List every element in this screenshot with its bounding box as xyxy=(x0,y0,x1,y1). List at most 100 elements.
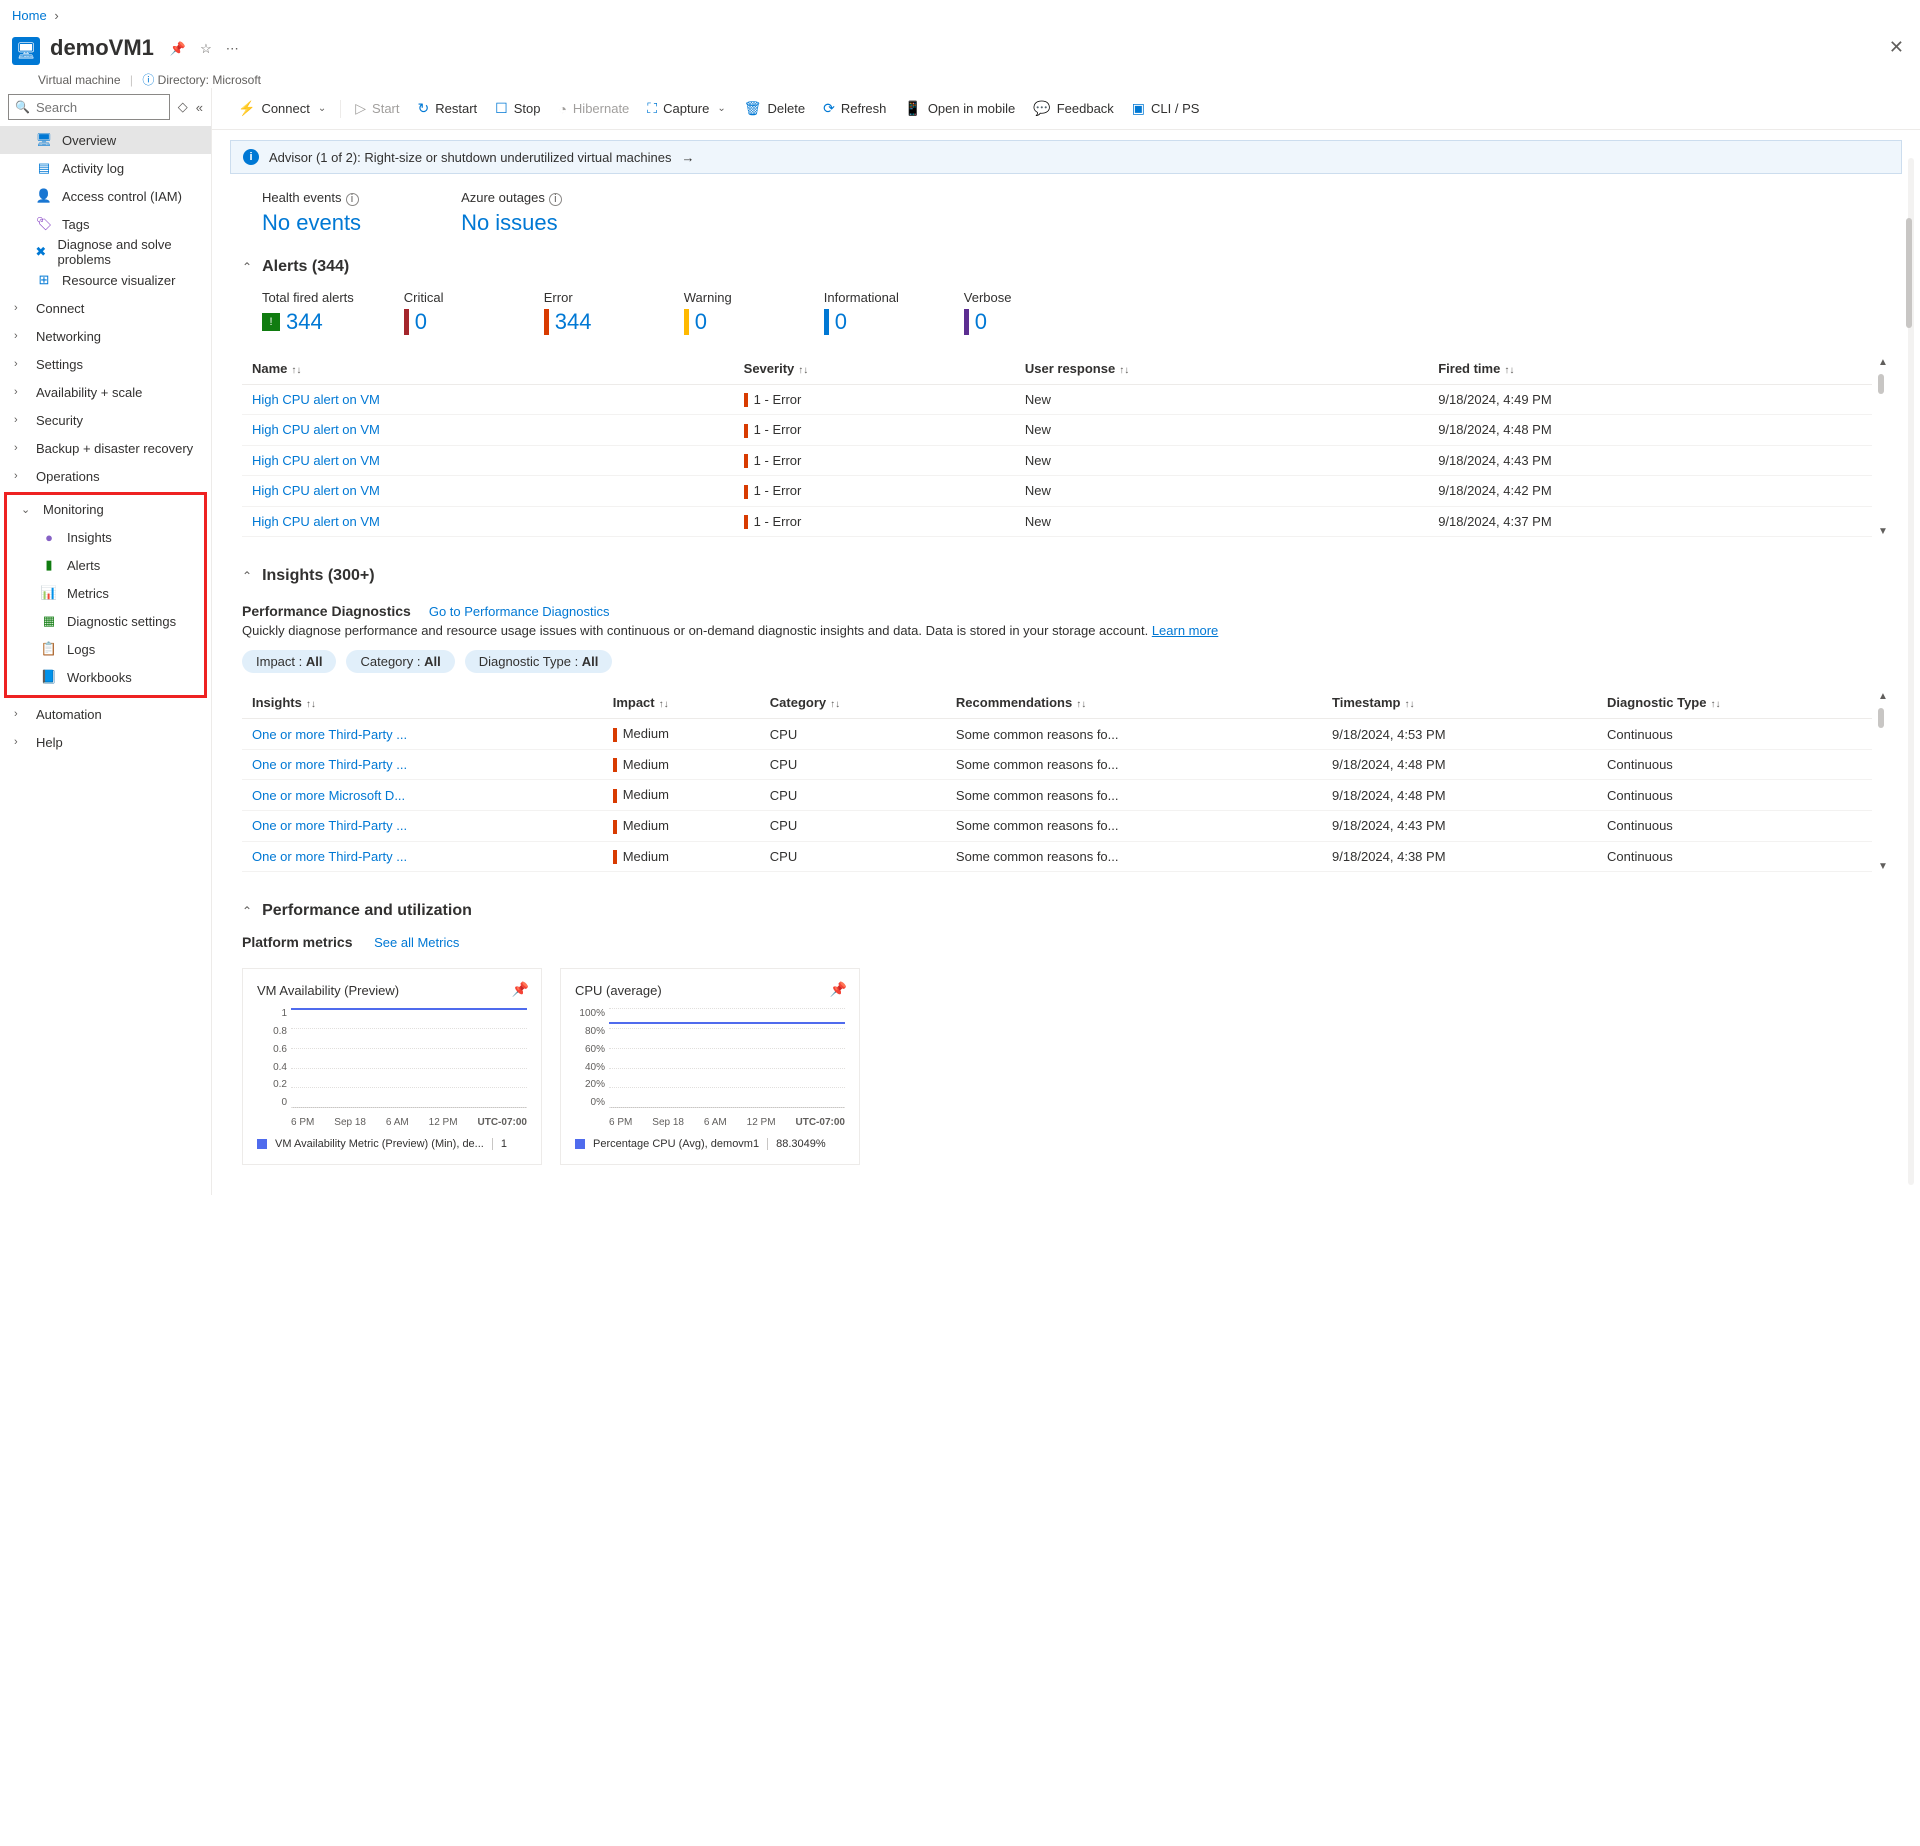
advisor-banner[interactable]: i Advisor (1 of 2): Right-size or shutdo… xyxy=(230,140,1902,174)
chevron-right-icon: › xyxy=(14,414,26,426)
close-icon[interactable]: ✕ xyxy=(1889,37,1904,58)
learn-more-link[interactable]: Learn more xyxy=(1152,623,1218,638)
table-row[interactable]: One or more Third-Party ... Medium CPUSo… xyxy=(242,811,1872,842)
feedback-button[interactable]: 💬Feedback xyxy=(1025,96,1122,121)
collapse-sidebar-icon[interactable]: « xyxy=(196,100,203,115)
sidebar-item-resource-visualizer[interactable]: ⊞Resource visualizer xyxy=(0,266,211,294)
alerts-scrollbar[interactable]: ▲ ▼ xyxy=(1876,353,1890,538)
cli-button[interactable]: ▣CLI / PS xyxy=(1124,96,1208,121)
sidebar-item-overview[interactable]: 🖥Overview xyxy=(0,126,211,154)
sidebar-item-metrics[interactable]: 📊Metrics xyxy=(7,579,204,607)
table-row[interactable]: One or more Third-Party ... Medium CPUSo… xyxy=(242,749,1872,780)
scroll-up-icon[interactable]: ▲ xyxy=(1878,691,1888,702)
connect-button[interactable]: ⚡Connect⌄ xyxy=(230,96,334,121)
insight-link[interactable]: One or more Microsoft D... xyxy=(252,788,405,803)
sidebar-group-settings[interactable]: ›Settings xyxy=(0,350,211,378)
sidebar-group-availability-scale[interactable]: ›Availability + scale xyxy=(0,378,211,406)
health-events-value[interactable]: No events xyxy=(262,210,361,236)
sidebar-item-logs[interactable]: 📋Logs xyxy=(7,635,204,663)
sidebar-item-workbooks[interactable]: 📘Workbooks xyxy=(7,663,204,691)
refresh-button[interactable]: ⟳Refresh xyxy=(815,96,894,121)
scroll-down-icon[interactable]: ▼ xyxy=(1878,861,1888,872)
stop-button[interactable]: ☐Stop xyxy=(487,96,548,121)
col-category[interactable]: Category↑↓ xyxy=(760,687,946,719)
filter-pill[interactable]: Impact : All xyxy=(242,650,336,673)
sidebar-group-backup-disaster-recovery[interactable]: ›Backup + disaster recovery xyxy=(0,434,211,462)
filter-pill[interactable]: Category : All xyxy=(346,650,454,673)
pin-icon[interactable]: 📌 xyxy=(830,981,847,998)
open-mobile-button[interactable]: 📱Open in mobile xyxy=(896,96,1023,121)
table-row[interactable]: High CPU alert on VM 1 - Error New9/18/2… xyxy=(242,415,1872,446)
sidebar-group-security[interactable]: ›Security xyxy=(0,406,211,434)
sidebar-item-diagnose-and-solve-problems[interactable]: ✖Diagnose and solve problems xyxy=(0,238,211,266)
insight-link[interactable]: One or more Third-Party ... xyxy=(252,727,407,742)
sidebar-item-activity-log[interactable]: ▤Activity log xyxy=(0,154,211,182)
insight-link[interactable]: One or more Third-Party ... xyxy=(252,849,407,864)
delete-button[interactable]: 🗑Delete xyxy=(736,96,813,121)
chart-title: CPU (average) xyxy=(575,983,845,998)
sidebar-group-help[interactable]: ›Help xyxy=(0,728,211,756)
chart-title: VM Availability (Preview) xyxy=(257,983,527,998)
alert-name-link[interactable]: High CPU alert on VM xyxy=(252,392,380,407)
more-icon[interactable]: ⋯ xyxy=(226,41,239,57)
sidebar-item-access-control-iam-[interactable]: 👤Access control (IAM) xyxy=(0,182,211,210)
col-insights[interactable]: Insights↑↓ xyxy=(242,687,603,719)
pin-icon[interactable]: 📌 xyxy=(512,981,529,998)
sidebar-group-networking[interactable]: ›Networking xyxy=(0,322,211,350)
col-recommendations[interactable]: Recommendations↑↓ xyxy=(946,687,1322,719)
insight-link[interactable]: One or more Third-Party ... xyxy=(252,757,407,772)
table-row[interactable]: High CPU alert on VM 1 - Error New9/18/2… xyxy=(242,506,1872,537)
col-severity[interactable]: Severity↑↓ xyxy=(734,353,1015,385)
favorite-icon[interactable]: ☆ xyxy=(200,41,212,57)
table-row[interactable]: One or more Microsoft D... Medium CPUSom… xyxy=(242,780,1872,811)
sidebar-item-tags[interactable]: 🏷Tags xyxy=(0,210,211,238)
sidebar-item-alerts[interactable]: ▮Alerts xyxy=(7,551,204,579)
table-row[interactable]: High CPU alert on VM 1 - Error New9/18/2… xyxy=(242,476,1872,507)
sidebar-group-operations[interactable]: ›Operations xyxy=(0,462,211,490)
table-row[interactable]: One or more Third-Party ... Medium CPUSo… xyxy=(242,841,1872,872)
col-timestamp[interactable]: Timestamp↑↓ xyxy=(1322,687,1597,719)
expand-all-icon[interactable]: ◇ xyxy=(178,99,188,115)
insights-scrollbar[interactable]: ▲ ▼ xyxy=(1876,687,1890,872)
table-row[interactable]: High CPU alert on VM 1 - Error New9/18/2… xyxy=(242,384,1872,415)
sidebar-group-monitoring[interactable]: ⌄ Monitoring xyxy=(7,495,204,523)
alert-name-link[interactable]: High CPU alert on VM xyxy=(252,483,380,498)
severity-bar-icon xyxy=(744,393,748,407)
impact-bar-icon xyxy=(613,820,617,834)
sidebar-group-connect[interactable]: ›Connect xyxy=(0,294,211,322)
chart-plot[interactable]: 100%80%60%40%20%0% 6 PMSep 186 AM12 PMUT… xyxy=(575,1008,845,1128)
perf-diag-link[interactable]: Go to Performance Diagnostics xyxy=(429,604,610,619)
insight-link[interactable]: One or more Third-Party ... xyxy=(252,818,407,833)
pin-icon[interactable]: 📌 xyxy=(170,41,186,57)
see-all-metrics-link[interactable]: See all Metrics xyxy=(374,935,459,950)
sidebar-item-insights[interactable]: ●Insights xyxy=(7,523,204,551)
scroll-up-icon[interactable]: ▲ xyxy=(1878,357,1888,368)
breadcrumb-home[interactable]: Home xyxy=(12,8,47,23)
alert-name-link[interactable]: High CPU alert on VM xyxy=(252,453,380,468)
scroll-down-icon[interactable]: ▼ xyxy=(1878,526,1888,537)
alerts-section-header[interactable]: ⌃ Alerts (344) xyxy=(242,258,1890,276)
alert-name-link[interactable]: High CPU alert on VM xyxy=(252,422,380,437)
col-response[interactable]: User response↑↓ xyxy=(1015,353,1428,385)
perf-util-section-header[interactable]: ⌃ Performance and utilization xyxy=(242,902,1890,920)
col-diag-type[interactable]: Diagnostic Type↑↓ xyxy=(1597,687,1872,719)
filter-pill[interactable]: Diagnostic Type : All xyxy=(465,650,613,673)
alert-name-link[interactable]: High CPU alert on VM xyxy=(252,514,380,529)
insights-section-header[interactable]: ⌃ Insights (300+) xyxy=(242,567,1890,585)
info-icon[interactable]: i xyxy=(549,193,562,206)
restart-button[interactable]: ↻Restart xyxy=(410,96,486,121)
col-name[interactable]: Name↑↓ xyxy=(242,353,734,385)
sidebar-item-diagnostic-settings[interactable]: ▦Diagnostic settings xyxy=(7,607,204,635)
col-impact[interactable]: Impact↑↓ xyxy=(603,687,760,719)
search-input-wrap[interactable]: 🔍 xyxy=(8,94,170,120)
azure-outages-value[interactable]: No issues xyxy=(461,210,562,236)
col-fired[interactable]: Fired time↑↓ xyxy=(1428,353,1872,385)
sidebar-group-automation[interactable]: ›Automation xyxy=(0,700,211,728)
table-row[interactable]: High CPU alert on VM 1 - Error New9/18/2… xyxy=(242,445,1872,476)
page-scrollbar[interactable] xyxy=(1906,158,1916,1185)
search-input[interactable] xyxy=(36,100,163,115)
info-icon[interactable]: i xyxy=(346,193,359,206)
capture-button[interactable]: ⛶Capture⌄ xyxy=(639,96,733,121)
chart-plot[interactable]: 10.80.60.40.20 6 PMSep 186 AM12 PMUTC-07… xyxy=(257,1008,527,1128)
table-row[interactable]: One or more Third-Party ... Medium CPUSo… xyxy=(242,719,1872,750)
